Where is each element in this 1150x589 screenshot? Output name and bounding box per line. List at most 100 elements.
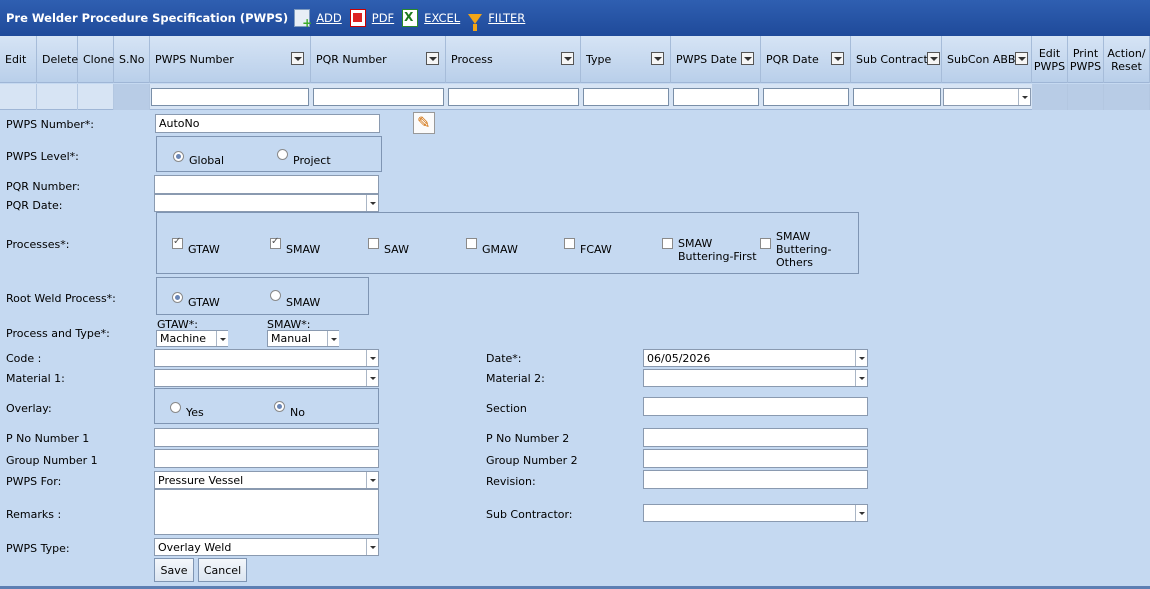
filter-cell [78,84,114,110]
group1-input[interactable] [154,449,379,468]
excel-label: EXCEL [424,11,461,25]
chevron-down-icon[interactable] [927,52,940,65]
filter-pwps-number-input[interactable] [151,88,309,106]
chevron-down-icon [366,472,378,488]
process-smaw-checkbox[interactable] [270,236,281,249]
overlay-group: Yes No [154,388,379,424]
col-pqr-number-label: PQR Number [316,53,387,66]
remarks-textarea[interactable] [154,489,379,535]
pno1-input[interactable] [154,428,379,447]
col-pwps-date-label: PWPS Date [676,53,737,66]
col-sno[interactable]: S.No [114,36,150,83]
pno2-label: P No Number 2 [486,432,570,445]
col-action-reset[interactable]: Action/ Reset [1104,36,1150,83]
filter-button[interactable]: FILTER [468,11,526,31]
process-gmaw-checkbox[interactable] [466,238,477,249]
filter-sub-contractor-input[interactable] [853,88,941,106]
processes-group: GTAW SMAW SAW GMAW FCAW SMAW Buttering-F… [156,212,859,274]
col-print-pwps[interactable]: Print PWPS [1068,36,1104,83]
col-clone[interactable]: Clone [78,36,114,83]
chevron-down-icon[interactable] [651,52,664,65]
add-label: ADD [316,11,342,25]
chevron-down-icon [366,370,378,386]
col-pwps-number[interactable]: PWPS Number [150,36,311,83]
pwps-number-input[interactable]: AutoNo [155,114,380,133]
pdf-label: PDF [371,11,395,25]
filter-pwps-date-input[interactable] [673,88,759,106]
date-select[interactable]: 06/05/2026 [643,349,868,367]
pdf-button[interactable]: PDF [349,9,395,27]
process-smaw-buttering-others-label-3: Others [776,256,813,269]
excel-button[interactable]: EXCEL [402,9,460,27]
pno2-input[interactable] [643,428,868,447]
col-pwps-date[interactable]: PWPS Date [671,36,761,83]
excel-icon [402,9,419,27]
overlay-no-radio[interactable] [274,401,285,412]
root-gtaw-label: GTAW [188,296,220,309]
revision-input[interactable] [643,470,868,489]
pwps-level-group: Global Project [156,136,382,172]
process-gtaw-checkbox[interactable] [172,236,183,249]
root-gtaw-radio[interactable] [172,292,183,303]
process-smaw-buttering-first-label-2: Buttering-First [678,250,757,263]
overlay-yes-label: Yes [186,406,204,419]
col-delete-label: Delete [42,53,79,66]
col-edit-pwps[interactable]: Edit PWPS [1032,36,1068,83]
cancel-button[interactable]: Cancel [198,558,247,582]
col-process[interactable]: Process [446,36,581,83]
process-type-label: Process and Type*: [6,327,110,340]
filter-label: FILTER [488,11,526,25]
process-smaw-buttering-others-label-2: Buttering- [776,243,832,256]
filter-type-input[interactable] [583,88,669,106]
pt-smaw-arrow[interactable] [325,331,339,346]
filter-cell [37,84,78,110]
col-pqr-date[interactable]: PQR Date [761,36,851,83]
filter-cell [1068,84,1104,110]
filter-pqr-number-input[interactable] [313,88,444,106]
pwps-level-label: PWPS Level*: [6,150,79,163]
chevron-down-icon[interactable] [741,52,754,65]
grid-filter-row [0,84,1150,110]
processes-label: Processes*: [6,238,70,251]
level-global-radio[interactable] [173,151,184,162]
level-project-radio[interactable] [277,149,288,160]
process-saw-checkbox[interactable] [368,238,379,249]
col-subcon-abbr[interactable]: SubCon ABBR [942,36,1032,83]
pwps-type-select[interactable]: Overlay Weld [154,538,379,556]
filter-process-input[interactable] [448,88,579,106]
material2-select[interactable] [643,369,868,387]
filter-pqr-date-input[interactable] [763,88,849,106]
col-edit[interactable]: Edit [0,36,37,83]
section-input[interactable] [643,397,868,416]
col-delete[interactable]: Delete [37,36,78,83]
material1-select[interactable] [154,369,379,387]
grid-header: Edit Delete Clone S.No PWPS Number PQR N… [0,36,1150,83]
process-smaw-buttering-first-checkbox[interactable] [662,238,673,249]
code-select[interactable] [154,349,379,367]
pqr-number-input[interactable] [154,175,379,194]
pt-gtaw-arrow[interactable] [214,331,228,346]
chevron-down-icon [855,370,867,386]
overlay-yes-radio[interactable] [170,402,181,413]
col-pqr-number[interactable]: PQR Number [311,36,446,83]
save-button[interactable]: Save [154,558,194,582]
chevron-down-icon[interactable] [831,52,844,65]
date-value: 06/05/2026 [647,352,711,365]
add-button[interactable]: ADD [294,9,342,30]
col-type[interactable]: Type [581,36,671,83]
chevron-down-icon [855,505,867,521]
process-fcaw-checkbox[interactable] [564,238,575,249]
pqr-date-select[interactable] [154,194,379,212]
col-sub-contractor[interactable]: Sub Contractor [851,36,942,83]
pencil-icon[interactable] [413,112,435,134]
filter-subcon-abbr-select[interactable] [943,88,1031,106]
group2-input[interactable] [643,449,868,468]
subcontractor-select[interactable] [643,504,868,522]
root-smaw-radio[interactable] [270,290,281,301]
chevron-down-icon[interactable] [1015,52,1028,65]
pwps-for-select[interactable]: Pressure Vessel [154,471,379,489]
chevron-down-icon[interactable] [426,52,439,65]
process-smaw-buttering-others-checkbox[interactable] [760,238,771,249]
chevron-down-icon[interactable] [561,52,574,65]
chevron-down-icon[interactable] [291,52,304,65]
